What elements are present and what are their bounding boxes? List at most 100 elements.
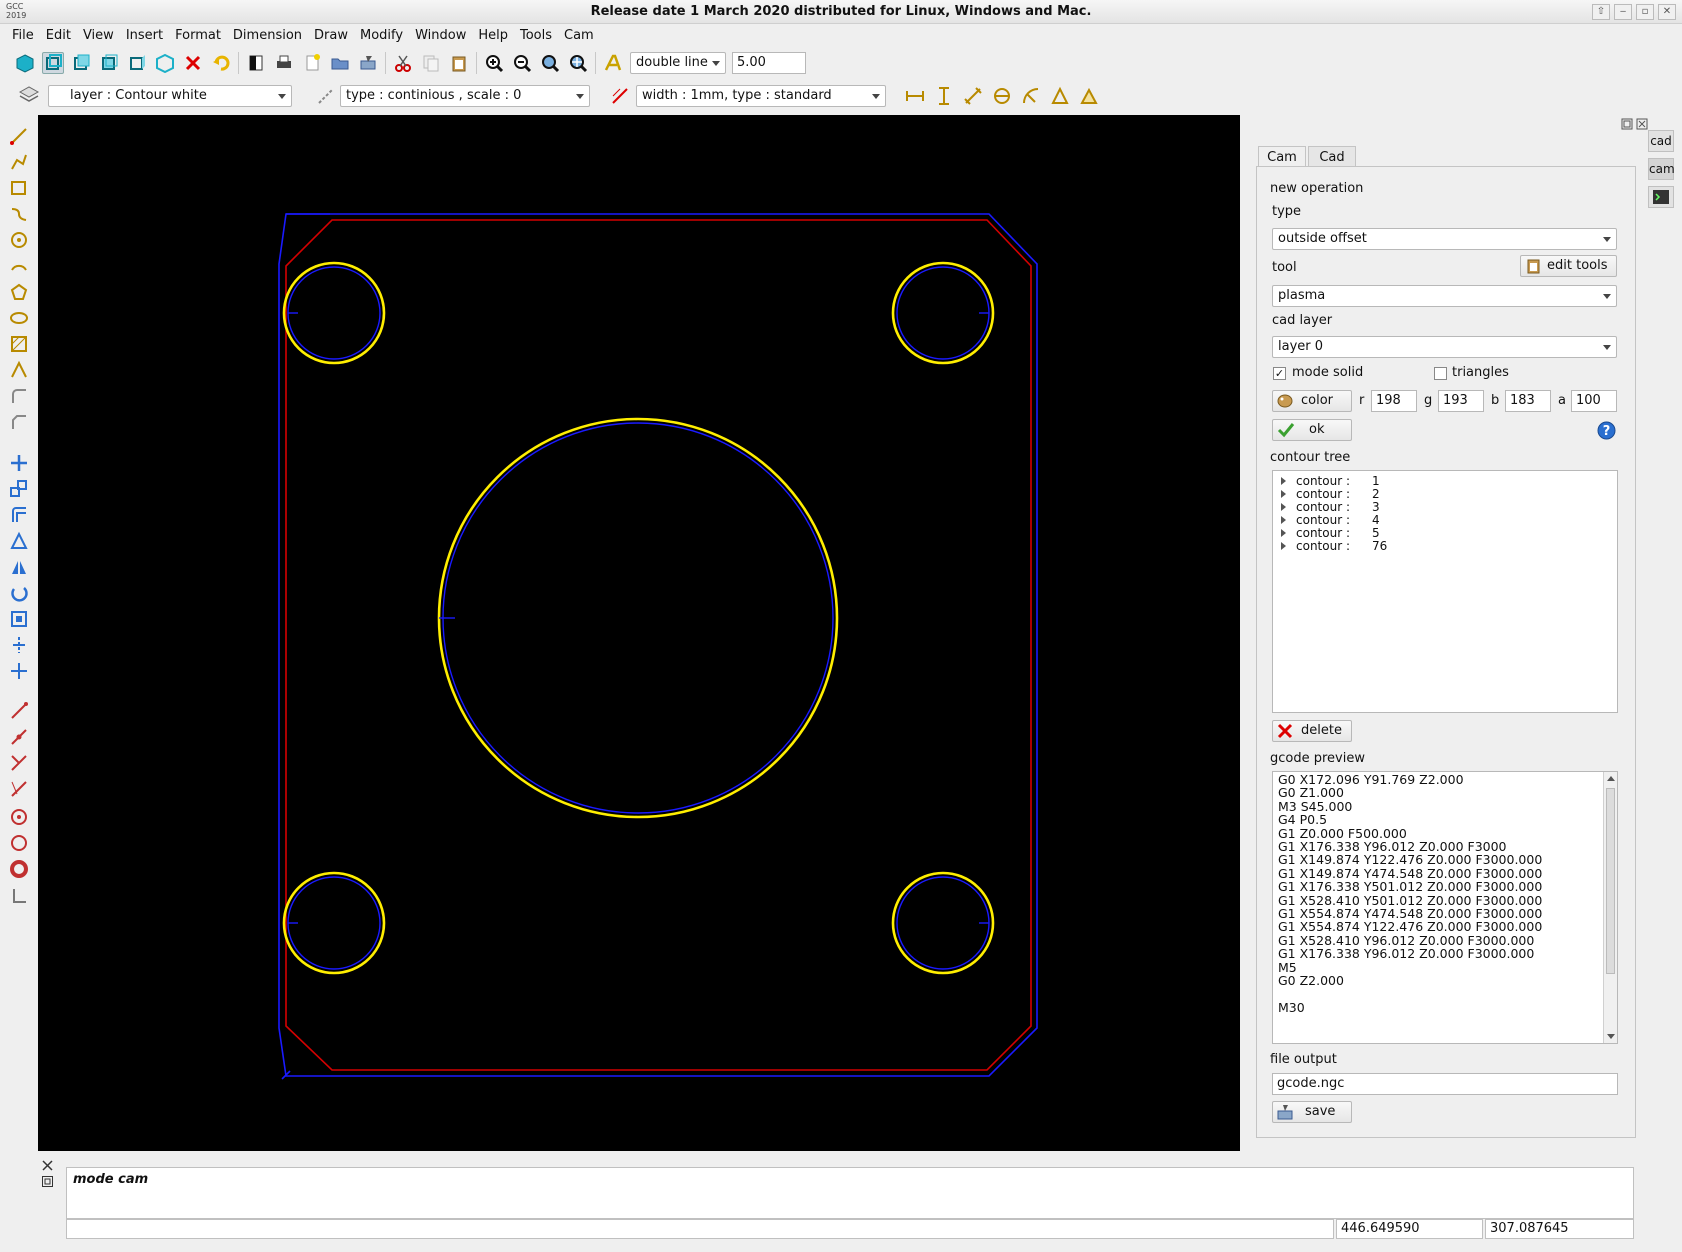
save-file-icon[interactable] <box>357 52 379 74</box>
dim-aligned-icon[interactable] <box>962 85 984 107</box>
fillet-icon[interactable] <box>8 385 30 407</box>
scale-icon[interactable] <box>8 478 30 500</box>
minimize-window-button[interactable]: ‒ <box>1614 4 1632 20</box>
contour-tree[interactable]: contour : 1 contour : 2 contour : 3 contour : 4… <box>1272 470 1618 713</box>
close-red-x-icon[interactable] <box>182 52 204 74</box>
menu-format[interactable]: Format <box>169 25 227 45</box>
dim-linear-icon[interactable] <box>904 85 926 107</box>
center-hole[interactable] <box>437 417 839 819</box>
r-input[interactable]: 198 <box>1371 390 1417 412</box>
trim-icon[interactable] <box>8 634 30 656</box>
paste-icon[interactable] <box>448 52 470 74</box>
extend-icon[interactable] <box>8 660 30 682</box>
move-icon[interactable] <box>8 452 30 474</box>
ellipse-icon[interactable] <box>8 307 30 329</box>
view-solid-icon[interactable] <box>14 52 36 74</box>
triangles-checkbox[interactable] <box>1434 367 1447 380</box>
sketch-icon[interactable] <box>8 359 30 381</box>
outer-contour[interactable] <box>285 219 1032 1071</box>
hole-top-left[interactable] <box>282 261 386 365</box>
expand-arrow-icon[interactable] <box>1281 542 1286 550</box>
tool-select[interactable]: plasma <box>1272 285 1617 307</box>
menu-cam[interactable]: Cam <box>558 25 600 45</box>
zoom-extents-icon[interactable] <box>567 52 589 74</box>
operation-type-select[interactable]: outside offset <box>1272 228 1617 250</box>
close-panel-icon[interactable] <box>1636 118 1648 134</box>
dim-leader-icon[interactable] <box>1078 85 1100 107</box>
open-folder-icon[interactable] <box>329 52 351 74</box>
mode-solid-checkbox[interactable]: ✓ <box>1273 367 1286 380</box>
close-window-button[interactable]: ✕ <box>1658 4 1676 20</box>
float-console-icon[interactable] <box>42 1176 53 1191</box>
menu-help[interactable]: Help <box>472 25 514 45</box>
polygon-icon[interactable] <box>8 281 30 303</box>
hole-bottom-right[interactable] <box>891 871 995 975</box>
menu-file[interactable]: File <box>6 25 40 45</box>
expand-arrow-icon[interactable] <box>1281 516 1286 524</box>
snap-endpoint-icon[interactable] <box>8 700 30 722</box>
snap-tangent-icon[interactable] <box>8 858 30 880</box>
dim-diameter-icon[interactable] <box>991 85 1013 107</box>
terminal-icon[interactable] <box>1648 186 1674 208</box>
ok-button[interactable]: ok <box>1272 419 1352 441</box>
delete-button[interactable]: delete <box>1272 720 1352 742</box>
scroll-up-icon[interactable] <box>1607 776 1615 781</box>
line-icon[interactable] <box>8 125 30 147</box>
gcode-scrollbar[interactable] <box>1603 772 1617 1043</box>
view-side-icon[interactable] <box>126 52 148 74</box>
color-button[interactable]: color <box>1272 390 1352 412</box>
a-input[interactable]: 100 <box>1571 390 1617 412</box>
menu-dimension[interactable]: Dimension <box>227 25 308 45</box>
polyline-icon[interactable] <box>8 151 30 173</box>
rotate-icon[interactable] <box>8 582 30 604</box>
dock-tab-cam[interactable]: cam <box>1648 158 1675 180</box>
view-wire-icon[interactable] <box>42 52 64 74</box>
b-input[interactable]: 183 <box>1505 390 1551 412</box>
command-input[interactable] <box>66 1219 1334 1239</box>
linetype-select[interactable]: type : continious , scale : 0 <box>340 85 590 107</box>
help-icon[interactable]: ? <box>1597 421 1616 444</box>
zoom-window-icon[interactable] <box>539 52 561 74</box>
text-style-select[interactable]: double line <box>630 52 726 74</box>
file-output-input[interactable]: gcode.ngc <box>1272 1073 1618 1095</box>
array-icon[interactable] <box>8 608 30 630</box>
offset-icon[interactable] <box>8 504 30 526</box>
snap-center-icon[interactable] <box>8 806 30 828</box>
snap-perpendicular-icon[interactable] <box>8 778 30 800</box>
mirror-icon[interactable] <box>8 556 30 578</box>
view-iso-icon[interactable] <box>154 52 176 74</box>
menu-window[interactable]: Window <box>409 25 472 45</box>
new-file-icon[interactable] <box>245 52 267 74</box>
layer-select[interactable]: layer : Contour white <box>48 85 292 107</box>
lineweight-select[interactable]: width : 1mm, type : standard <box>636 85 886 107</box>
contour-tree-item[interactable]: contour : 4 <box>1281 513 1380 527</box>
dim-angular-icon[interactable] <box>1049 85 1071 107</box>
cut-icon[interactable] <box>392 52 414 74</box>
contour-tree-item[interactable]: contour : 5 <box>1281 526 1380 540</box>
dock-tab-cad[interactable]: cad <box>1648 130 1674 152</box>
expand-arrow-icon[interactable] <box>1281 490 1286 498</box>
menu-insert[interactable]: Insert <box>120 25 169 45</box>
text-style-icon[interactable] <box>602 52 624 74</box>
view-front-icon[interactable] <box>70 52 92 74</box>
expand-arrow-icon[interactable] <box>1281 477 1286 485</box>
rectangle-icon[interactable] <box>8 177 30 199</box>
print-icon[interactable] <box>273 52 295 74</box>
float-panel-icon[interactable] <box>1621 118 1633 134</box>
dim-vertical-icon[interactable] <box>933 85 955 107</box>
drawing-canvas[interactable] <box>38 115 1240 1151</box>
expand-arrow-icon[interactable] <box>1281 529 1286 537</box>
maximize-window-button[interactable]: ▫ <box>1636 4 1654 20</box>
gcode-preview[interactable]: G0 X172.096 Y91.769 Z2.000 G0 Z1.000 M3 S4… <box>1272 771 1618 1044</box>
menu-edit[interactable]: Edit <box>40 25 77 45</box>
contour-tree-item[interactable]: contour : 2 <box>1281 487 1380 501</box>
undo-icon[interactable] <box>210 52 232 74</box>
view-top-icon[interactable] <box>98 52 120 74</box>
zoom-in-icon[interactable] <box>483 52 505 74</box>
contour-tree-item[interactable]: contour : 1 <box>1281 474 1380 488</box>
new-document-icon[interactable] <box>301 52 323 74</box>
cad-layer-select[interactable]: layer 0 <box>1272 336 1617 358</box>
copy-icon[interactable] <box>420 52 442 74</box>
shade-window-button[interactable]: ⇧ <box>1592 4 1610 20</box>
stretch-icon[interactable] <box>8 530 30 552</box>
